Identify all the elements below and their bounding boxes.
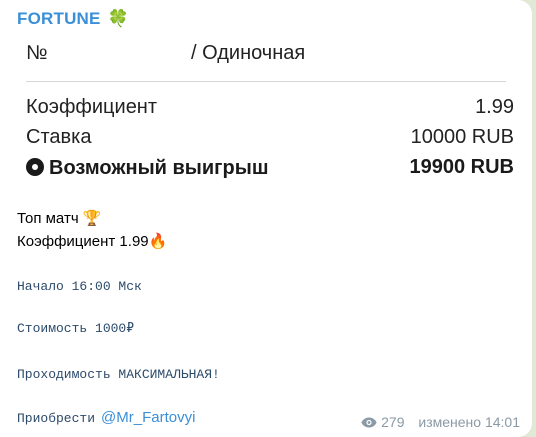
start-time-line: Начало 16:00 Мск [17,279,142,294]
view-count: 279 [381,414,405,430]
row-value: 19900 RUB [409,156,514,178]
eye-icon [361,417,377,428]
price-line: Стоимость 1000₽ [17,321,135,336]
buy-label: Приобрести [17,411,96,426]
ticket-bet-type: / Одиночная [191,42,306,64]
row-label: Возможный выигрыш [49,157,269,179]
sender-name-text: FORTUNE [17,9,101,28]
bet-ticket-image[interactable]: № / Одиночная Коэффициент 1.99 Ставка 10… [17,30,532,194]
author-link[interactable]: @Mr_Fartovyi [101,409,195,426]
ticket-divider [26,81,506,82]
row-value: 10000 RUB [410,126,514,148]
row-value: 1.99 [475,96,514,118]
radio-dot-icon [26,158,44,176]
edited-time: изменено 14:01 [418,414,520,430]
row-label-wrap: Возможный выигрыш [26,156,268,180]
ticket-number-label: № [26,42,48,64]
message-meta: 279 изменено 14:01 [361,414,520,430]
message-bubble: FORTUNE 🍀 № / Одиночная Коэффициент 1.99… [0,0,532,437]
clover-emoji: 🍀 [107,9,129,28]
buy-line: Приобрести @Mr_Fartovyi [17,409,195,426]
top-match-line: Топ матч 🏆 [17,210,102,227]
row-label: Коэффициент [26,96,158,118]
row-label: Ставка [26,126,92,148]
coefficient-line: Коэффициент 1.99🔥 [17,233,168,250]
pass-line: Проходимость МАКСИМАЛЬНАЯ! [17,367,220,382]
sender-name[interactable]: FORTUNE 🍀 [17,9,129,29]
